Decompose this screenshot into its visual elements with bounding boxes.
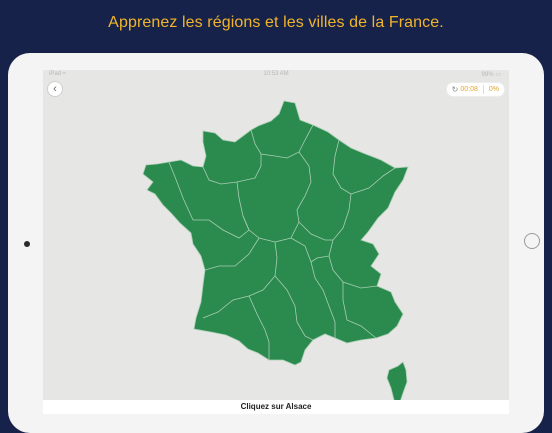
clock-refresh-icon: ↻: [451, 85, 459, 94]
app-screen: iPad ≈ 10:53 AM 99% ▭ ‹ ↻ 00:08 0% Cliqu…: [43, 70, 509, 414]
status-bar: iPad ≈ 10:53 AM 99% ▭: [43, 70, 509, 80]
chevron-left-icon: ‹: [53, 82, 57, 95]
quiz-stats: ↻ 00:08 0%: [445, 82, 505, 97]
stats-divider: [482, 85, 484, 94]
home-button[interactable]: [524, 233, 540, 249]
back-button[interactable]: ‹: [47, 81, 63, 97]
promo-headline: Apprenez les régions et les villes de la…: [108, 14, 444, 31]
question-prompt: Cliquez sur Alsace: [240, 402, 312, 411]
score-value: 0%: [488, 86, 499, 93]
france-mainland[interactable]: [142, 100, 409, 366]
battery-indicator: 99% ▭: [481, 72, 501, 78]
corsica-island[interactable]: [386, 361, 408, 403]
question-bar: Cliquez sur Alsace: [43, 400, 509, 414]
camera-icon: [24, 241, 30, 247]
timer-value: 00:08: [460, 86, 478, 93]
france-map[interactable]: [43, 70, 509, 414]
status-time: 10:53 AM: [263, 71, 289, 77]
